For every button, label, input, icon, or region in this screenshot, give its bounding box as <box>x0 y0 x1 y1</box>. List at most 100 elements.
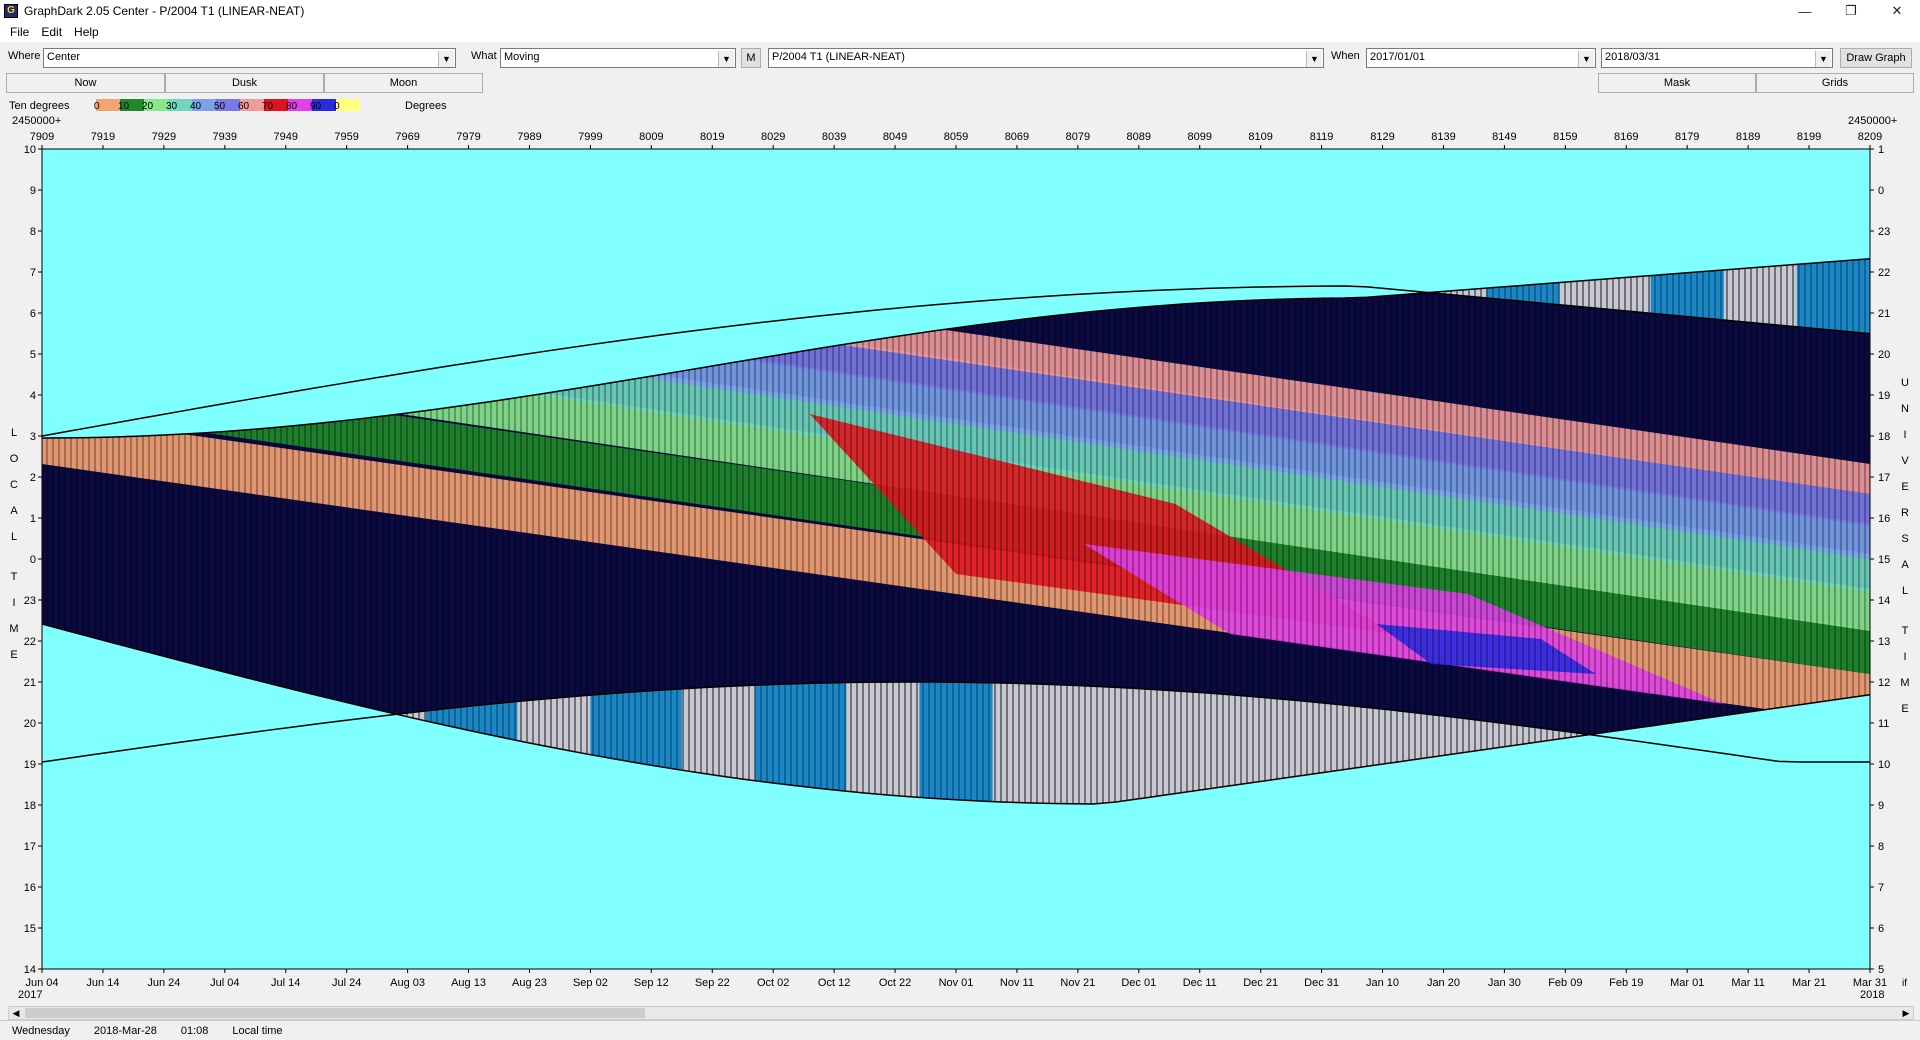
tab-now[interactable]: Now <box>6 73 165 93</box>
minimize-button[interactable]: — <box>1782 0 1828 22</box>
chevron-down-icon[interactable]: ▼ <box>1578 51 1594 67</box>
menu-edit[interactable]: Edit <box>35 25 68 39</box>
legend-tick-label: 20 <box>142 101 154 112</box>
restore-button[interactable]: ❐ <box>1828 0 1874 22</box>
jd-tick-label: 8049 <box>883 131 907 143</box>
jd-tick-label: 8099 <box>1187 131 1211 143</box>
date-tick-label: Jul 04 <box>210 977 239 989</box>
universal-time-axis-letter: S <box>1901 533 1908 545</box>
date-tick-label: Aug 23 <box>512 977 547 989</box>
legend-svg: Ten degrees 0 10 20 30 40 50 60 70 80 90 0 Degrees <box>9 99 447 112</box>
legend-swatch <box>96 99 120 111</box>
local-hour-label: 21 <box>24 677 36 689</box>
date-tick-label: Oct 22 <box>879 977 911 989</box>
where-select[interactable]: Center ▼ <box>43 48 456 68</box>
tab-dusk[interactable]: Dusk <box>165 73 324 93</box>
chart-svg[interactable]: 2450000+ 2450000+7909 7919 7929 7939 7949 7959… <box>0 114 1920 1004</box>
local-hour-label: 1 <box>30 513 36 525</box>
what-value: Moving <box>504 51 540 63</box>
ut-hour-label: 7 <box>1878 882 1884 894</box>
date-tick-label: Feb 19 <box>1609 977 1643 989</box>
window-title: GraphDark 2.05 Center - P/2004 T1 (LINEA… <box>24 4 305 18</box>
jd-tick-label: 8209 <box>1858 131 1882 143</box>
chevron-down-icon[interactable]: ▼ <box>1306 51 1322 67</box>
jd-tick-label: 7959 <box>334 131 358 143</box>
view-tabs: Now Dusk Moon Mask Grids <box>6 73 1914 93</box>
ut-hour-label: 21 <box>1878 308 1890 320</box>
date-tick-label: Jan 20 <box>1427 977 1460 989</box>
tab-grids[interactable]: Grids <box>1756 73 1914 93</box>
jd-tick-label: 8009 <box>639 131 663 143</box>
local-time-axis-letter: T <box>11 571 18 583</box>
local-time-axis-letter: A <box>10 505 18 517</box>
ut-hour-label: 16 <box>1878 513 1890 525</box>
jd-tick-label: 7979 <box>456 131 480 143</box>
universal-time-axis-letter: R <box>1901 507 1909 519</box>
date-tick-label: Jul 14 <box>271 977 300 989</box>
jd-tick-label: 7909 <box>30 131 54 143</box>
local-hour-label: 2 <box>30 472 36 484</box>
darkness-graph[interactable]: 2450000+ 2450000+ 7909 7919 7929 7939 7949 7959… <box>0 114 1920 1004</box>
date-tick-label: Jun 24 <box>147 977 180 989</box>
local-hour-label: 6 <box>30 308 36 320</box>
menu-help[interactable]: Help <box>68 25 105 39</box>
jd-tick-label: 8159 <box>1553 131 1577 143</box>
local-hour-label: 19 <box>24 759 36 771</box>
tab-mask[interactable]: Mask <box>1598 73 1756 93</box>
local-hour-label: 22 <box>24 636 36 648</box>
local-hour-label: 16 <box>24 882 36 894</box>
horizontal-scrollbar[interactable]: ◀ ▶ <box>8 1006 1914 1020</box>
date-tick-label: Sep 12 <box>634 977 669 989</box>
local-hour-label: 23 <box>24 595 36 607</box>
universal-time-axis-letter: I <box>1903 429 1906 441</box>
ut-hour-label: 0 <box>1878 185 1884 197</box>
jd-tick-label: 8069 <box>1005 131 1029 143</box>
chevron-down-icon[interactable]: ▼ <box>438 51 454 67</box>
ut-hour-label: 5 <box>1878 964 1884 976</box>
universal-time-axis-letter: L <box>1902 585 1908 597</box>
end-date-value: 2018/03/31 <box>1605 51 1661 63</box>
menu-file[interactable]: File <box>4 25 35 39</box>
jd-tick-label: 8039 <box>822 131 846 143</box>
date-tick-label: Dec 01 <box>1121 977 1156 989</box>
ut-hour-label: 22 <box>1878 267 1890 279</box>
ut-hour-label: 9 <box>1878 800 1884 812</box>
toolbar: Where Center ▼ What Moving ▼ M P/2004 T1… <box>0 46 1920 70</box>
what-select[interactable]: Moving ▼ <box>500 48 736 68</box>
date-tick-label: Aug 13 <box>451 977 486 989</box>
status-day: Wednesday <box>12 1024 70 1037</box>
scroll-right-icon[interactable]: ▶ <box>1899 1007 1913 1019</box>
local-time-axis-letter: O <box>10 453 19 465</box>
date-tick-label: Sep 02 <box>573 977 608 989</box>
legend-swatch <box>336 99 360 111</box>
date-tick-label: Jan 30 <box>1488 977 1521 989</box>
tab-moon[interactable]: Moon <box>324 73 483 93</box>
legend-tick-label: 80 <box>286 101 298 112</box>
m-button[interactable]: M <box>741 48 761 68</box>
ut-hour-label: 17 <box>1878 472 1890 484</box>
legend-tick-label: 0 <box>334 101 340 112</box>
draw-graph-button[interactable]: Draw Graph <box>1840 48 1912 68</box>
date-tick-label: Nov 21 <box>1060 977 1095 989</box>
object-select[interactable]: P/2004 T1 (LINEAR-NEAT) ▼ <box>768 48 1324 68</box>
start-date-select[interactable]: 2017/01/01 ▼ <box>1366 48 1596 68</box>
ut-hour-label: 12 <box>1878 677 1890 689</box>
date-tick-label: Jul 24 <box>332 977 361 989</box>
scroll-thumb[interactable] <box>25 1008 645 1018</box>
ut-hour-label: 8 <box>1878 841 1884 853</box>
jd-tick-label: 8189 <box>1736 131 1760 143</box>
date-tick-label: Feb 09 <box>1548 977 1582 989</box>
right-bottom-label: if <box>1902 978 1907 989</box>
legend-tick-label: 90 <box>310 101 322 112</box>
jd-tick-label: 7999 <box>578 131 602 143</box>
close-button[interactable]: ✕ <box>1874 0 1920 22</box>
universal-time-axis-letter: M <box>1900 677 1909 689</box>
ut-hour-label: 10 <box>1878 759 1890 771</box>
chevron-down-icon[interactable]: ▼ <box>718 51 734 67</box>
jd-tick-label: 7969 <box>395 131 419 143</box>
object-value: P/2004 T1 (LINEAR-NEAT) <box>772 51 905 63</box>
scroll-left-icon[interactable]: ◀ <box>9 1007 23 1019</box>
menu-bar: File Edit Help <box>0 22 1920 42</box>
chevron-down-icon[interactable]: ▼ <box>1815 51 1831 67</box>
end-date-select[interactable]: 2018/03/31 ▼ <box>1601 48 1833 68</box>
